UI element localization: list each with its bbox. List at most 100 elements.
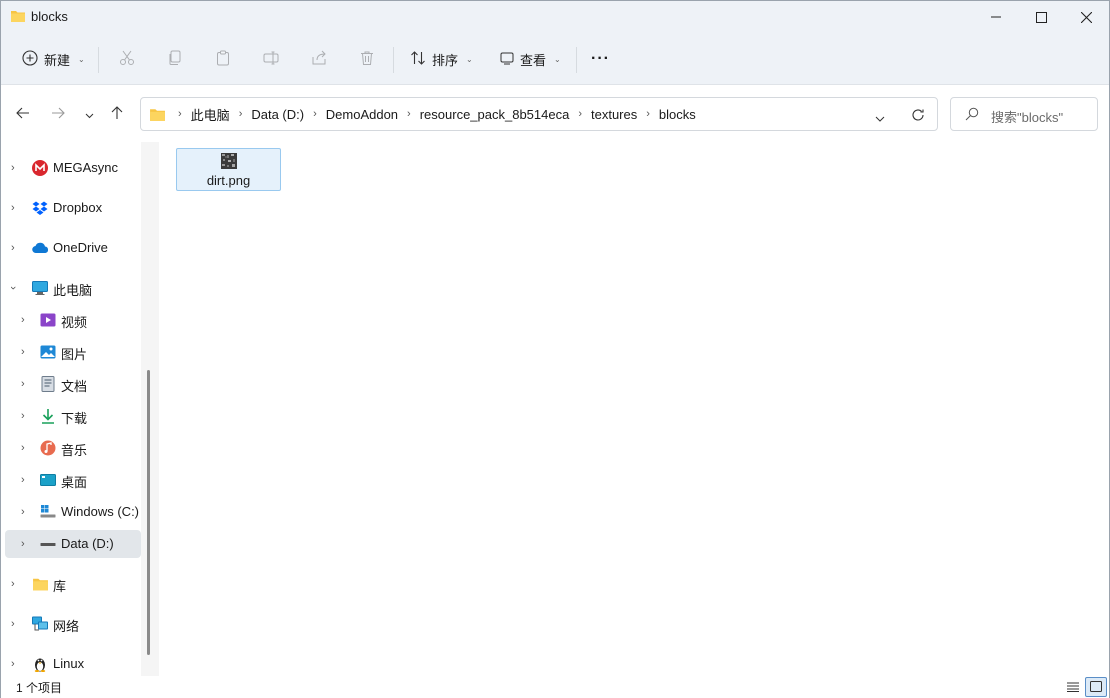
- chevron-down-icon: ⌄: [466, 54, 473, 64]
- arrow-up-icon: [111, 105, 123, 123]
- folder-icon: [10, 9, 26, 26]
- sidebar-item-onedrive[interactable]: › OneDrive: [1, 234, 141, 262]
- breadcrumb-separator-icon: ›: [578, 108, 582, 120]
- image-file-icon: [221, 153, 237, 172]
- address-bar[interactable]: › 此电脑 › Data (D:) › DemoAddon › resource…: [140, 97, 938, 131]
- new-button[interactable]: 新建 ⌄: [22, 47, 85, 71]
- sidebar-item-megasync[interactable]: › MEGAsync: [1, 154, 141, 182]
- search-input[interactable]: 搜索"blocks": [950, 97, 1098, 131]
- chevron-right-icon[interactable]: ›: [21, 442, 25, 454]
- chevron-down-icon: [85, 107, 94, 122]
- music-icon: [40, 440, 56, 456]
- sidebar-item-downloads[interactable]: › 下载: [1, 402, 141, 430]
- large-icons-view-button[interactable]: [1085, 677, 1107, 697]
- details-view-button[interactable]: [1062, 677, 1084, 697]
- forward-button[interactable]: [48, 104, 68, 124]
- sidebar-item-linux[interactable]: › Linux: [1, 650, 141, 676]
- chevron-right-icon[interactable]: ›: [21, 378, 25, 390]
- sidebar-item-dropbox[interactable]: › Dropbox: [1, 194, 141, 222]
- breadcrumb-textures[interactable]: textures: [588, 107, 640, 122]
- sidebar-item-label: 音乐: [61, 443, 88, 458]
- breadcrumb-resource-pack[interactable]: resource_pack_8b514eca: [417, 107, 573, 122]
- window-title: blocks: [31, 9, 68, 24]
- sidebar-item-label: 视频: [61, 315, 88, 330]
- sidebar-item-music[interactable]: › 音乐: [1, 434, 141, 462]
- chevron-right-icon[interactable]: ›: [21, 506, 25, 518]
- sidebar-item-pictures[interactable]: › 图片: [1, 338, 141, 366]
- paste-button[interactable]: [215, 47, 231, 71]
- chevron-right-icon[interactable]: ›: [11, 658, 15, 670]
- up-button[interactable]: [107, 104, 127, 124]
- file-explorer-window: blocks 新建 ⌄ 排序 ⌄ 查看 ⌄ ··· › 此电脑 › Data (…: [0, 0, 1110, 698]
- network-icon: [32, 616, 48, 632]
- status-bar: 1 个项目: [1, 676, 1109, 698]
- chevron-right-icon[interactable]: ›: [21, 474, 25, 486]
- sidebar-scrollbar[interactable]: [147, 370, 150, 655]
- sidebar-item-network[interactable]: › 网络: [1, 610, 141, 638]
- rename-button[interactable]: [263, 47, 279, 71]
- clipboard-icon: [215, 50, 231, 69]
- chevron-right-icon[interactable]: ›: [21, 538, 25, 550]
- sidebar-item-libraries[interactable]: › 库: [1, 570, 141, 598]
- address-history-chevron-icon[interactable]: [875, 110, 885, 125]
- file-item[interactable]: dirt.png: [176, 148, 281, 191]
- breadcrumb-separator-icon: ›: [646, 108, 650, 120]
- sidebar-item-data-drive[interactable]: › Data (D:): [5, 530, 141, 558]
- cut-button[interactable]: [119, 47, 135, 71]
- back-button[interactable]: [13, 104, 33, 124]
- minimize-button[interactable]: [973, 1, 1019, 33]
- chevron-right-icon[interactable]: ›: [21, 346, 25, 358]
- trash-icon: [359, 50, 375, 69]
- sort-button[interactable]: 排序 ⌄: [410, 47, 473, 71]
- breadcrumb-demoaddon[interactable]: DemoAddon: [323, 107, 401, 122]
- chevron-right-icon[interactable]: ›: [11, 618, 15, 630]
- breadcrumb-blocks[interactable]: blocks: [656, 107, 699, 122]
- breadcrumb-separator-icon: ›: [178, 108, 182, 120]
- share-icon: [311, 50, 327, 69]
- chevron-right-icon[interactable]: ›: [11, 578, 15, 590]
- linux-icon: [32, 656, 48, 672]
- more-options-button[interactable]: ···: [591, 47, 610, 71]
- chevron-down-icon[interactable]: ›: [7, 286, 19, 290]
- sidebar-item-videos[interactable]: › 视频: [1, 306, 141, 334]
- sidebar-item-desktop[interactable]: › 桌面: [1, 466, 141, 494]
- documents-icon: [40, 376, 56, 392]
- sidebar-item-this-pc[interactable]: › 此电脑: [1, 274, 141, 302]
- sidebar-item-label: OneDrive: [53, 240, 108, 255]
- folder-icon: [149, 107, 166, 122]
- video-icon: [40, 312, 56, 328]
- maximize-button[interactable]: [1018, 1, 1064, 33]
- refresh-icon[interactable]: [911, 108, 925, 125]
- chevron-right-icon[interactable]: ›: [11, 242, 15, 254]
- title-bar: blocks: [1, 1, 1109, 33]
- share-button[interactable]: [311, 47, 327, 71]
- close-button[interactable]: [1063, 1, 1109, 33]
- copy-button[interactable]: [167, 47, 183, 71]
- chevron-right-icon[interactable]: ›: [11, 162, 15, 174]
- sidebar-item-label: 桌面: [61, 475, 88, 490]
- view-icon: [500, 51, 514, 68]
- copy-icon: [167, 50, 183, 69]
- chevron-right-icon[interactable]: ›: [11, 202, 15, 214]
- delete-button[interactable]: [359, 47, 375, 71]
- command-bar: 新建 ⌄ 排序 ⌄ 查看 ⌄ ···: [1, 33, 1109, 85]
- navigation-bar: › 此电脑 › Data (D:) › DemoAddon › resource…: [1, 86, 1109, 142]
- breadcrumb-data-drive[interactable]: Data (D:): [248, 107, 307, 122]
- drive-icon: [40, 536, 56, 552]
- file-list[interactable]: dirt.png: [159, 142, 1109, 676]
- computer-icon: [32, 280, 48, 296]
- tile-view-icon: [1090, 680, 1102, 695]
- breadcrumb-this-pc[interactable]: 此电脑: [188, 105, 233, 124]
- sidebar-item-label: 此电脑: [53, 283, 93, 298]
- search-placeholder: 搜索"blocks": [991, 110, 1064, 125]
- chevron-down-icon: ⌄: [554, 54, 561, 64]
- breadcrumb-separator-icon: ›: [407, 108, 411, 120]
- sidebar-item-windows-drive[interactable]: › Windows (C:): [1, 498, 141, 526]
- recent-locations-button[interactable]: [79, 104, 99, 124]
- chevron-right-icon[interactable]: ›: [21, 410, 25, 422]
- view-button[interactable]: 查看 ⌄: [500, 47, 561, 71]
- sidebar-item-label: Windows (C:): [61, 504, 140, 519]
- sidebar-item-documents[interactable]: › 文档: [1, 370, 141, 398]
- chevron-right-icon[interactable]: ›: [21, 314, 25, 326]
- breadcrumb-separator-icon: ›: [313, 108, 317, 120]
